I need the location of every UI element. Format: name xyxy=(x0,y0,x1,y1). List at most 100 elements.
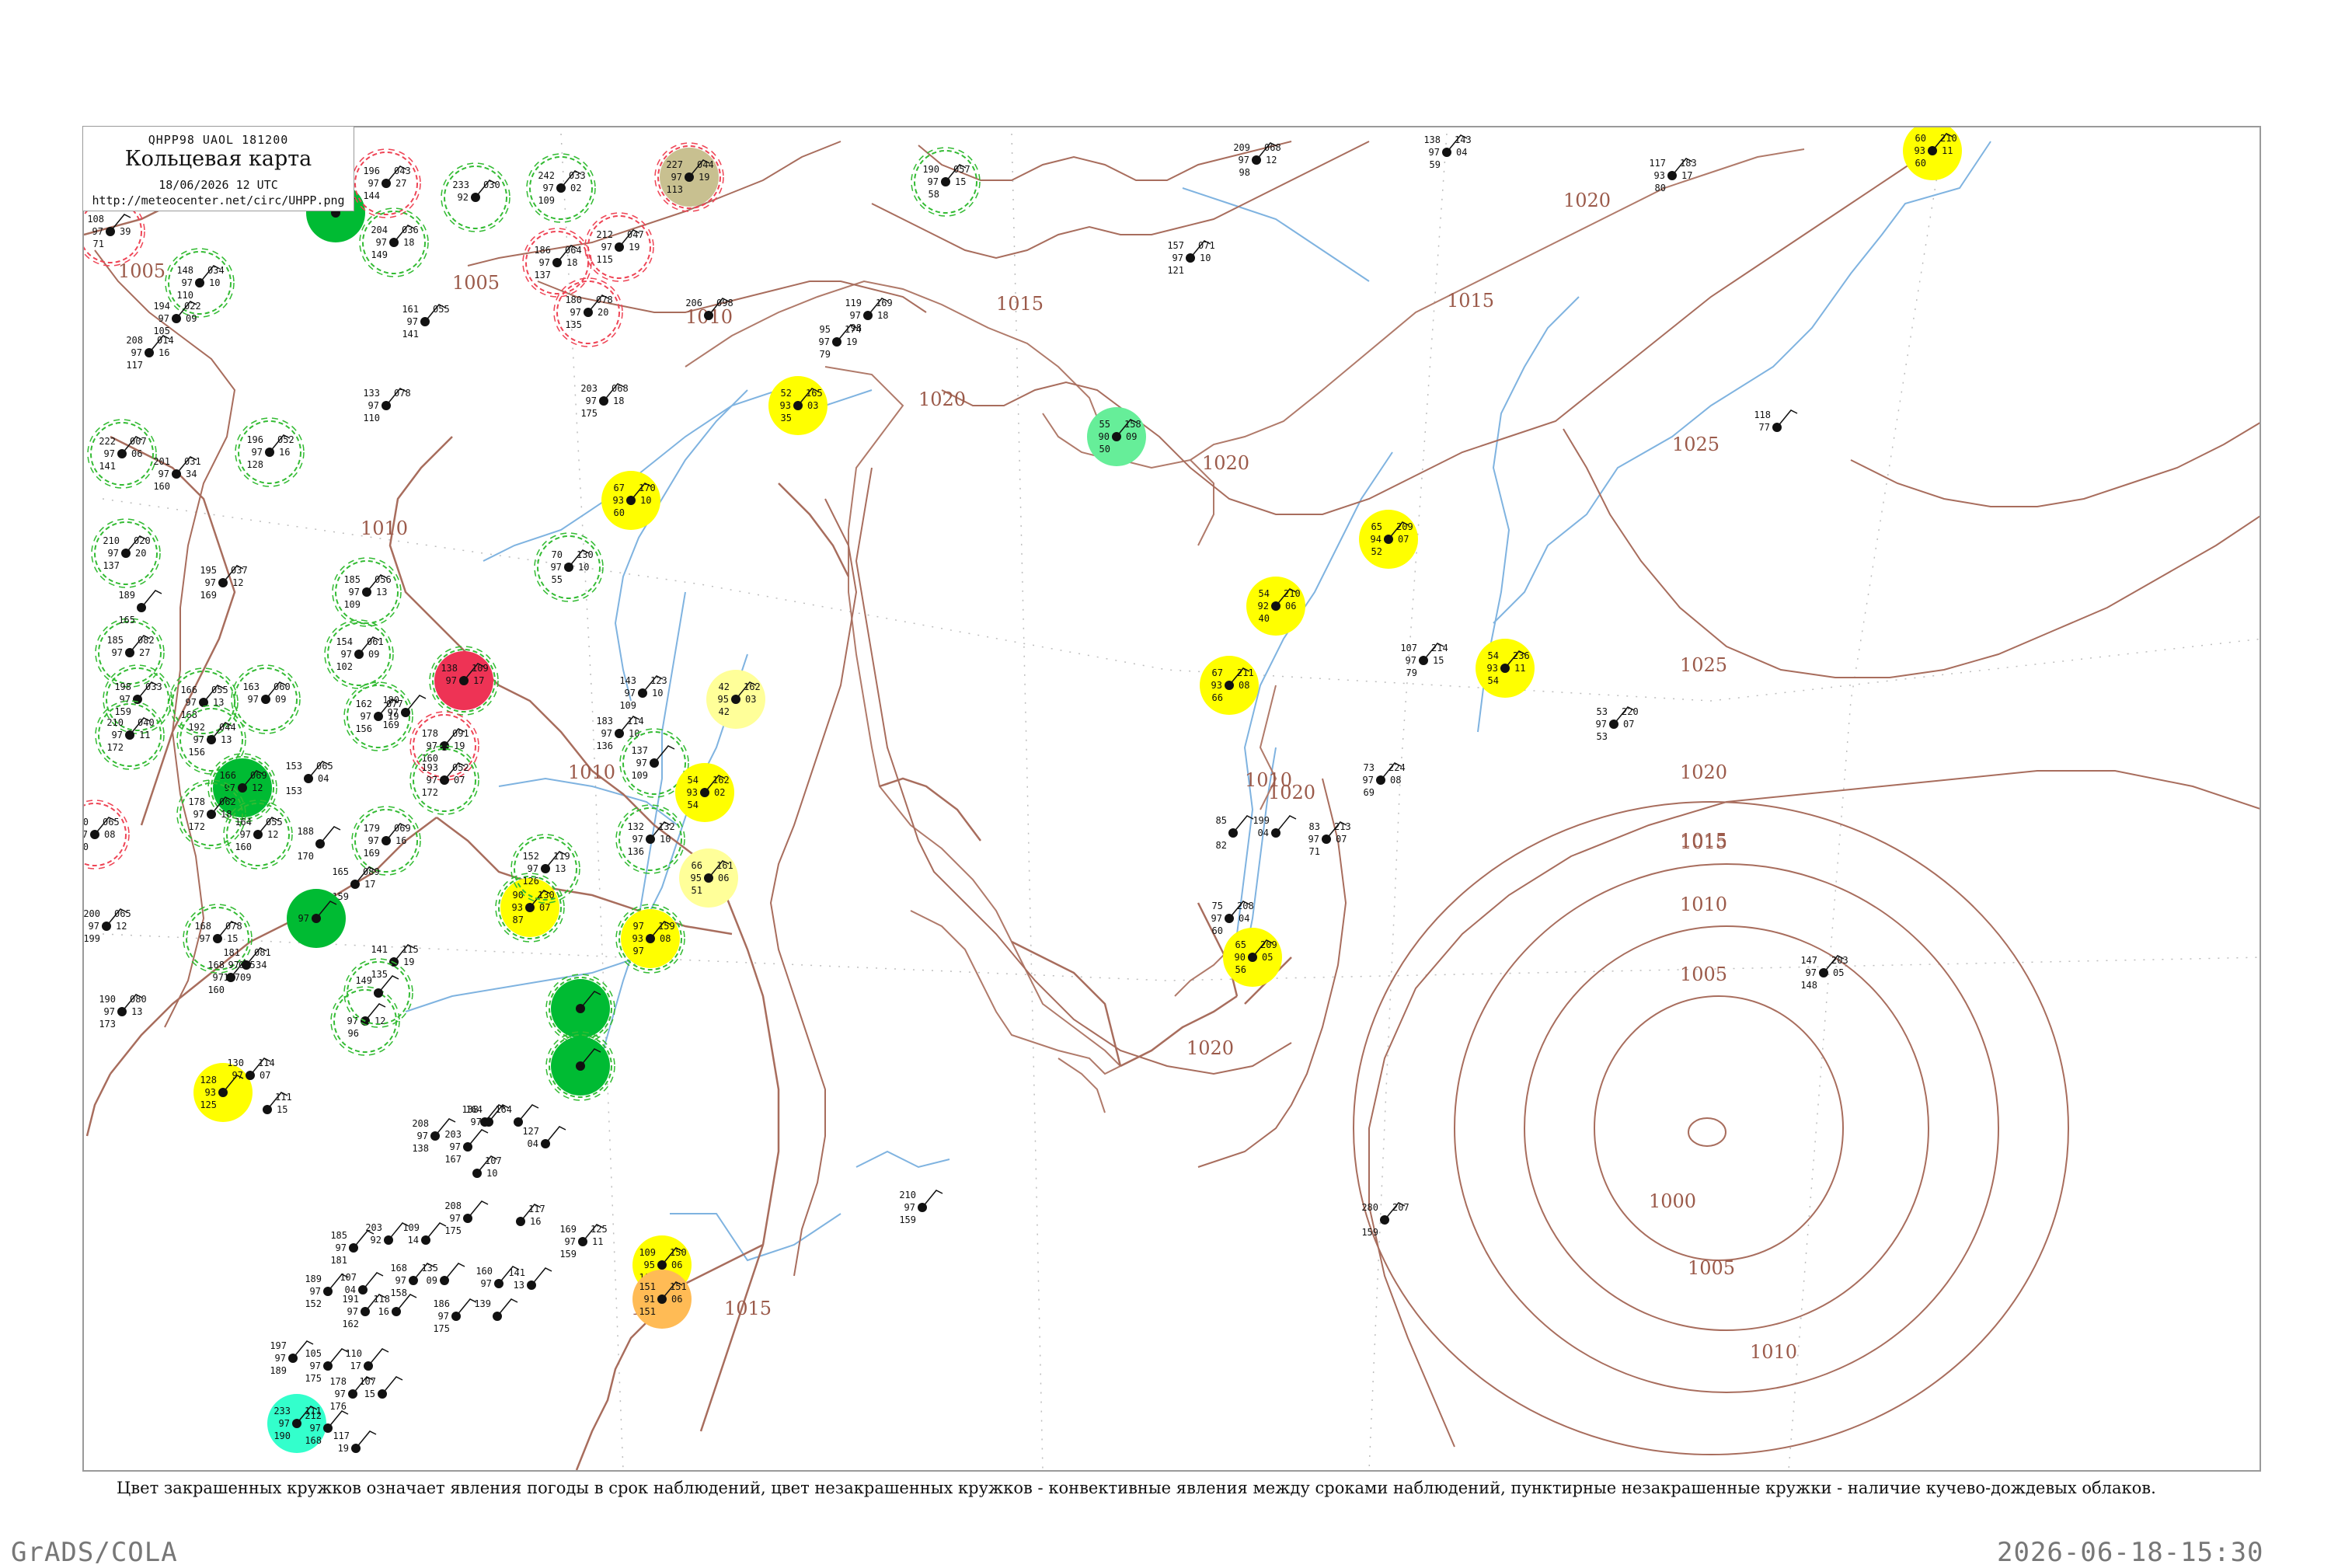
station-s98[interactable]: 12704 xyxy=(522,1126,566,1149)
station-s45[interactable]: 162 07797 19156 xyxy=(343,681,413,751)
station-s71[interactable]: 165 08917159 xyxy=(332,866,379,902)
station-s50[interactable]: 143 123 97 10 109 xyxy=(619,675,667,711)
station-s30[interactable]: 201 031 97 34 160 xyxy=(153,456,200,492)
station-s59[interactable]: 193 052 97 07 172 xyxy=(409,745,479,815)
station-s37[interactable]: 65 209 94 07 52 xyxy=(1359,510,1418,569)
temperature-value: 135 xyxy=(421,1263,438,1274)
station-s31[interactable]: 67 170 93 10 60 xyxy=(601,471,660,530)
station-s75[interactable]: 97 xyxy=(287,889,346,948)
temperature-value: 203 xyxy=(365,1222,382,1233)
station-s57[interactable]: 166 069 97 12 xyxy=(207,753,277,823)
station-s7[interactable]: 212 047 97 19 115 xyxy=(584,212,654,282)
temperature-value: 105 xyxy=(305,1348,322,1359)
station-s91[interactable]: 11115 xyxy=(263,1092,292,1115)
station-s49[interactable]: 42 162 95 03 42 xyxy=(706,670,765,729)
station-s68[interactable]: 19904 xyxy=(1253,815,1297,838)
station-s32[interactable]: 11877 xyxy=(1754,409,1798,433)
station-s46[interactable]: 107 214 97 15 79 xyxy=(1400,643,1448,678)
station-s23[interactable]: 60 210 93 11 60 xyxy=(1903,127,1962,180)
station-s104[interactable]: 208 97175 xyxy=(444,1200,489,1236)
station-s39[interactable]: 185 082 97 27 xyxy=(95,618,165,688)
station-s14[interactable]: 208 014 97 16 117 xyxy=(126,335,173,371)
station-s47[interactable]: 54 236 93 11 54 xyxy=(1476,639,1535,698)
temperature-value: 222 xyxy=(99,436,116,447)
station-s87[interactable]: 147 203 97 05 148 xyxy=(1800,955,1848,991)
station-s41[interactable]: 138 109 97 17 xyxy=(429,646,499,716)
station-s13[interactable]: 194 02297 09105 xyxy=(153,301,200,336)
station-s9[interactable]: 227 044 97 19 113 xyxy=(654,142,724,212)
station-s60[interactable]: 54 162 93 02 54 xyxy=(675,763,734,822)
station-s38[interactable]: 54 210 92 06 40 xyxy=(1246,577,1305,636)
station-s114[interactable]: 14113 xyxy=(508,1267,552,1291)
station-s19[interactable]: 209 068 97 12 98 xyxy=(1233,142,1280,178)
station-s56[interactable]: 53 220 97 07 53 xyxy=(1596,706,1639,742)
station-s33[interactable]: 210 020 97 20 137 xyxy=(91,518,161,588)
temperature-value: 178 xyxy=(421,728,438,739)
station-s99[interactable]: 210 97159 xyxy=(899,1190,943,1225)
station-s58[interactable]: 153 06504 153 xyxy=(285,761,333,796)
station-s110[interactable]: 10704 xyxy=(340,1272,384,1295)
station-s70[interactable]: 188 170 xyxy=(297,826,341,862)
station-s89[interactable]: 128 93125 xyxy=(193,1063,253,1122)
station-s22[interactable]: 117 183 93 17 80 xyxy=(1649,158,1696,193)
station-s101[interactable]: 18597 181 xyxy=(330,1230,375,1266)
station-s20[interactable]: 157 071 97 10 121 xyxy=(1167,240,1214,276)
humidity-value: 92 xyxy=(371,1235,382,1246)
station-s10[interactable]: 180 078 97 20 135 xyxy=(553,277,623,347)
bulletin-code: QHPP98 UAOL 181200 xyxy=(148,133,289,147)
station-s126[interactable]: 11719 xyxy=(333,1430,377,1454)
humidity-value: 92 xyxy=(458,192,469,203)
station-s26[interactable]: 52 165 93 03 35 xyxy=(768,376,828,435)
station-s21[interactable]: 138 143 97 04 59 xyxy=(1423,134,1471,170)
station-s25[interactable]: 203 068 97 18 175 xyxy=(580,383,628,419)
station-s118[interactable]: 139 xyxy=(474,1298,518,1321)
pressure-value: 056 xyxy=(375,574,392,585)
station-s24[interactable]: 133 078 97 110 xyxy=(363,388,410,423)
station-s4[interactable]: 204 036 97 18 149 xyxy=(359,207,429,277)
station-s34[interactable]: 195 037 97 12 169 xyxy=(200,565,247,601)
station-s85[interactable]: 190 080 97 13 173 xyxy=(99,994,146,1030)
station-s95[interactable]: 10710 xyxy=(472,1155,502,1179)
station-s3[interactable]: 196 043 97 27 144 xyxy=(351,148,421,218)
station-s106[interactable]: 169 125 97 11 159 xyxy=(559,1224,607,1260)
station-s29[interactable]: 196 052 97 16 128 xyxy=(235,417,305,487)
station-s27[interactable]: 55 158 90 09 50 xyxy=(1087,407,1146,466)
station-s84[interactable] xyxy=(545,974,615,1044)
pressure-value: 220 xyxy=(1622,706,1639,717)
station-s117[interactable]: 186 97175 xyxy=(433,1298,477,1334)
dewpoint-value: 175 xyxy=(433,1323,450,1334)
station-s105[interactable]: 11716 xyxy=(516,1204,545,1227)
station-s129[interactable]: 189 165 xyxy=(118,590,162,625)
station-s48[interactable]: 67 211 93 08 66 xyxy=(1200,656,1259,715)
station-s121[interactable]: 11017 xyxy=(345,1348,389,1371)
station-s88[interactable] xyxy=(545,1031,615,1101)
station-s40[interactable]: 154 061 97 09 102 xyxy=(324,619,394,689)
station-s11[interactable]: 190 057 97 15 58 xyxy=(911,147,981,217)
station-s108[interactable]: 151 15191 06151 xyxy=(632,1270,692,1329)
station-s18[interactable]: 95 174 97 19 79 xyxy=(819,324,862,360)
station-s97[interactable]: 164 xyxy=(495,1104,539,1127)
station-s64[interactable]: 180 065 97 08 160 xyxy=(84,800,130,869)
station-s83[interactable]: 141 11519 135 xyxy=(371,944,418,980)
station-s123[interactable]: 10715 xyxy=(359,1376,403,1399)
station-s82[interactable]: 65 209 90 05 56 xyxy=(1223,928,1282,987)
station-s69[interactable]: 83 213 97 07 71 xyxy=(1308,821,1351,857)
station-s80[interactable]: 97 159 93 08 97 xyxy=(615,904,685,974)
station-s72[interactable]: 66 161 95 06 51 xyxy=(679,848,738,908)
station-s36[interactable]: 185 056 97 13 109 xyxy=(332,557,402,627)
station-s94[interactable]: 20397 167 xyxy=(444,1129,489,1165)
station-s103[interactable]: 10914 xyxy=(402,1222,447,1246)
station-s65[interactable]: 179 069 97 16 169 xyxy=(351,806,421,876)
map-url[interactable]: http://meteocenter.net/circ/UHPP.png xyxy=(83,193,354,207)
pressure-value: 098 xyxy=(716,298,733,308)
station-s8[interactable]: 186 064 97 18 137 xyxy=(522,228,592,298)
station-s128[interactable]: 18097 169 xyxy=(382,695,427,730)
station-s61[interactable]: 73 224 97 08 69 xyxy=(1363,762,1406,798)
station-s6[interactable]: 242 033 97 02 109 xyxy=(526,153,596,223)
dewpoint-value: 55 xyxy=(552,574,563,585)
station-s35[interactable]: 70 130 97 10 55 xyxy=(534,532,604,602)
station-s5[interactable]: 233 030 92 xyxy=(441,162,510,232)
station-s15[interactable]: 161 055 97 141 xyxy=(402,304,449,340)
station-s76[interactable]: 200 065 97 12 199 xyxy=(84,908,131,944)
station-s112[interactable]: 13509 xyxy=(421,1263,465,1286)
